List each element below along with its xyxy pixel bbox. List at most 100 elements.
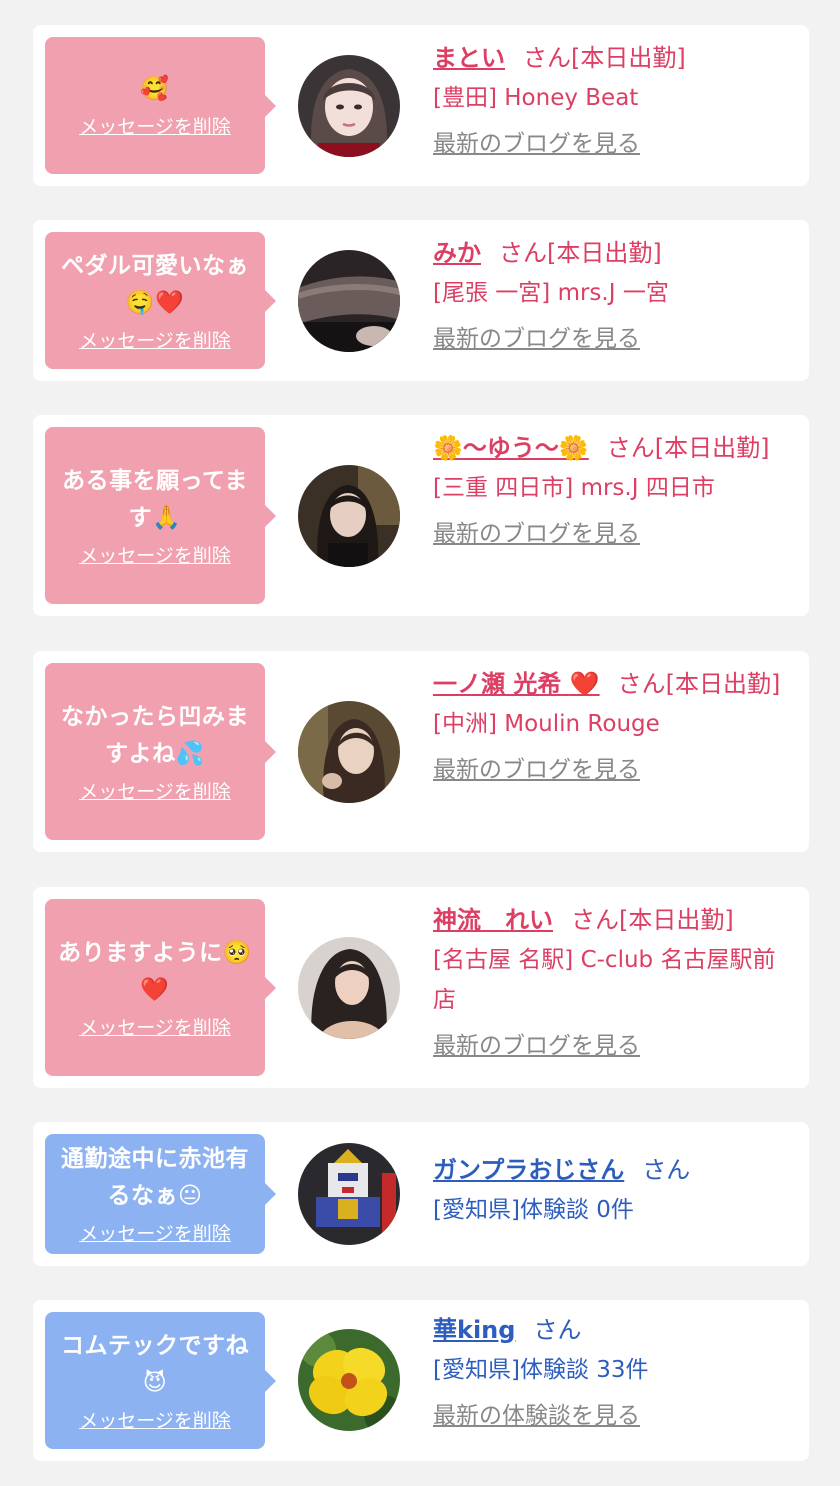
message-text: なかったら凹みますよね💦	[55, 699, 255, 773]
delete-message-link[interactable]: メッセージを削除	[79, 543, 231, 569]
avatar[interactable]	[298, 250, 400, 352]
info-block: みか さん[本日出勤] [尾張 一宮] mrs.J 一宮 最新のブログを見る	[433, 233, 788, 359]
latest-blog-link[interactable]: 最新のブログを見る	[433, 124, 788, 164]
status-suffix: さん[本日出勤]	[571, 906, 734, 934]
latest-experience-link[interactable]: 最新の体験談を見る	[433, 1396, 788, 1436]
message-bubble: 通勤途中に赤池有るなぁ😐 メッセージを削除	[45, 1134, 276, 1254]
delete-message-link[interactable]: メッセージを削除	[79, 114, 231, 140]
name-link[interactable]: みか	[433, 239, 481, 267]
name-line: 華king さん	[433, 1310, 788, 1350]
avatar[interactable]	[298, 701, 400, 803]
latest-blog-link[interactable]: 最新のブログを見る	[433, 514, 788, 554]
legs-in-tights-photo-icon	[298, 250, 400, 352]
latest-blog-link[interactable]: 最新のブログを見る	[433, 1026, 788, 1066]
flower-emoji: 🌼	[558, 434, 589, 462]
experience-count: [愛知県]体験談 0件	[433, 1197, 634, 1223]
message-body: ペダル可愛いなぁ	[61, 252, 249, 279]
delete-message-link[interactable]: メッセージを削除	[79, 1015, 231, 1041]
latest-blog-link[interactable]: 最新のブログを見る	[433, 319, 788, 359]
message-card: コムテックですね 😈 メッセージを削除 華king さん [愛知県]体験談 33件 …	[33, 1300, 809, 1461]
shop-info: [豊田] Honey Beat	[433, 85, 639, 111]
woman-portrait-photo-icon	[298, 937, 400, 1039]
name-text: 〜ゆう〜	[462, 434, 559, 462]
message-text: コムテックですね 😈	[61, 1328, 249, 1402]
name-link[interactable]: 一ノ瀬 光希 ❤️	[433, 670, 600, 698]
message-emoji: 💦	[175, 740, 205, 767]
shop-info: [名古屋 名駅] C-club 名古屋駅前店	[433, 947, 776, 1013]
heart-emoji: ❤️	[569, 670, 600, 698]
info-block: 一ノ瀬 光希 ❤️ さん[本日出勤] [中洲] Moulin Rouge 最新のブ…	[433, 664, 788, 790]
avatar[interactable]	[298, 1143, 400, 1245]
info-block: 神流 れい さん[本日出勤] [名古屋 名駅] C-club 名古屋駅前店 最新の…	[433, 900, 788, 1066]
name-link[interactable]: 神流 れい	[433, 906, 553, 934]
name-line: まとい さん[本日出勤]	[433, 38, 788, 78]
message-emoji: 🥰	[140, 76, 170, 102]
delete-message-link[interactable]: メッセージを削除	[79, 1408, 231, 1434]
woman-portrait-photo-icon	[298, 55, 400, 157]
status-suffix: さん[本日出勤]	[617, 670, 781, 698]
status-suffix: さん[本日出勤]	[606, 434, 770, 462]
message-emoji: 🤤❤️	[125, 289, 185, 316]
status-suffix: さん	[533, 1316, 582, 1344]
message-card: なかったら凹みますよね💦 メッセージを削除 一ノ瀬 光希 ❤️ さん[本日出勤] …	[33, 651, 809, 852]
shop-info: [尾張 一宮] mrs.J 一宮	[433, 280, 669, 306]
avatar[interactable]	[298, 1329, 400, 1431]
message-bubble: ある事を願ってます🙏 メッセージを削除	[45, 427, 276, 604]
avatar[interactable]	[298, 55, 400, 157]
delete-message-link[interactable]: メッセージを削除	[79, 328, 231, 354]
status-suffix: さん[本日出勤]	[499, 239, 662, 267]
message-bubble: 🥰 メッセージを削除	[45, 37, 276, 174]
message-list: 🥰 メッセージを削除 まとい さん[本日出勤] [豊田] Honey Beat 最…	[0, 0, 840, 1486]
message-emoji: 🙏	[152, 504, 182, 531]
latest-blog-link[interactable]: 最新のブログを見る	[433, 750, 788, 790]
status-suffix: さん[本日出勤]	[523, 44, 686, 72]
info-block: 華king さん [愛知県]体験談 33件 最新の体験談を見る	[433, 1310, 788, 1436]
message-body: コムテックですね	[61, 1332, 249, 1359]
name-line: みか さん[本日出勤]	[433, 233, 788, 273]
woman-portrait-photo-icon	[298, 465, 400, 567]
message-body: なかったら凹みますよね	[61, 703, 249, 767]
message-card: ある事を願ってます🙏 メッセージを削除 🌼〜ゆう〜🌼 さん[本日出勤] [三重 四…	[33, 415, 809, 616]
avatar[interactable]	[298, 937, 400, 1039]
message-bubble: なかったら凹みますよね💦 メッセージを削除	[45, 663, 276, 840]
status-suffix: さん	[642, 1156, 691, 1184]
message-text: ペダル可愛いなぁ 🤤❤️	[61, 248, 249, 322]
name-line: ガンプラおじさん さん	[433, 1150, 788, 1190]
message-card: 通勤途中に赤池有るなぁ😐 メッセージを削除 ガンプラおじさん さん [愛知県]体験…	[33, 1122, 809, 1266]
shop-info: [三重 四日市] mrs.J 四日市	[433, 475, 715, 501]
message-card: ありますように🥺❤️ メッセージを削除 神流 れい さん[本日出勤] [名古屋 名…	[33, 887, 809, 1088]
delete-message-link[interactable]: メッセージを削除	[79, 1221, 231, 1247]
flower-emoji: 🌼	[433, 434, 463, 462]
info-block: ガンプラおじさん さん [愛知県]体験談 0件	[433, 1150, 788, 1230]
message-bubble: ありますように🥺❤️ メッセージを削除	[45, 899, 276, 1076]
name-line: 神流 れい さん[本日出勤]	[433, 900, 788, 940]
message-text: 通勤途中に赤池有るなぁ😐	[50, 1141, 260, 1215]
avatar[interactable]	[298, 465, 400, 567]
message-card: ペダル可愛いなぁ 🤤❤️ メッセージを削除 みか さん[本日出勤] [尾張 一宮] …	[33, 220, 809, 381]
delete-message-link[interactable]: メッセージを削除	[79, 779, 231, 805]
name-text: 一ノ瀬 光希	[433, 670, 562, 698]
info-block: まとい さん[本日出勤] [豊田] Honey Beat 最新のブログを見る	[433, 38, 788, 164]
message-bubble: コムテックですね 😈 メッセージを削除	[45, 1312, 276, 1449]
name-line: 一ノ瀬 光希 ❤️ さん[本日出勤]	[433, 664, 788, 704]
gundam-model-photo-icon	[298, 1143, 400, 1245]
name-line: 🌼〜ゆう〜🌼 さん[本日出勤]	[433, 428, 788, 468]
message-card: 🥰 メッセージを削除 まとい さん[本日出勤] [豊田] Honey Beat 最…	[33, 25, 809, 186]
name-link[interactable]: 🌼〜ゆう〜🌼	[433, 434, 589, 462]
message-body: ありますように	[58, 939, 223, 966]
experience-count: [愛知県]体験談 33件	[433, 1357, 649, 1383]
message-bubble: ペダル可愛いなぁ 🤤❤️ メッセージを削除	[45, 232, 276, 369]
message-body: 通勤途中に赤池有るなぁ	[61, 1146, 249, 1209]
shop-info: [中洲] Moulin Rouge	[433, 711, 660, 737]
message-text: ある事を願ってます🙏	[55, 463, 255, 537]
message-emoji: 😐	[178, 1183, 203, 1209]
name-link[interactable]: 華king	[433, 1316, 515, 1344]
info-block: 🌼〜ゆう〜🌼 さん[本日出勤] [三重 四日市] mrs.J 四日市 最新のブログ…	[433, 428, 788, 554]
name-link[interactable]: ガンプラおじさん	[433, 1156, 624, 1184]
message-text: 🥰	[140, 71, 169, 108]
name-link[interactable]: まとい	[433, 44, 505, 72]
message-emoji: 😈	[142, 1369, 168, 1396]
woman-portrait-photo-icon	[298, 701, 400, 803]
message-text: ありますように🥺❤️	[50, 935, 260, 1009]
yellow-hibiscus-photo-icon	[298, 1329, 400, 1431]
